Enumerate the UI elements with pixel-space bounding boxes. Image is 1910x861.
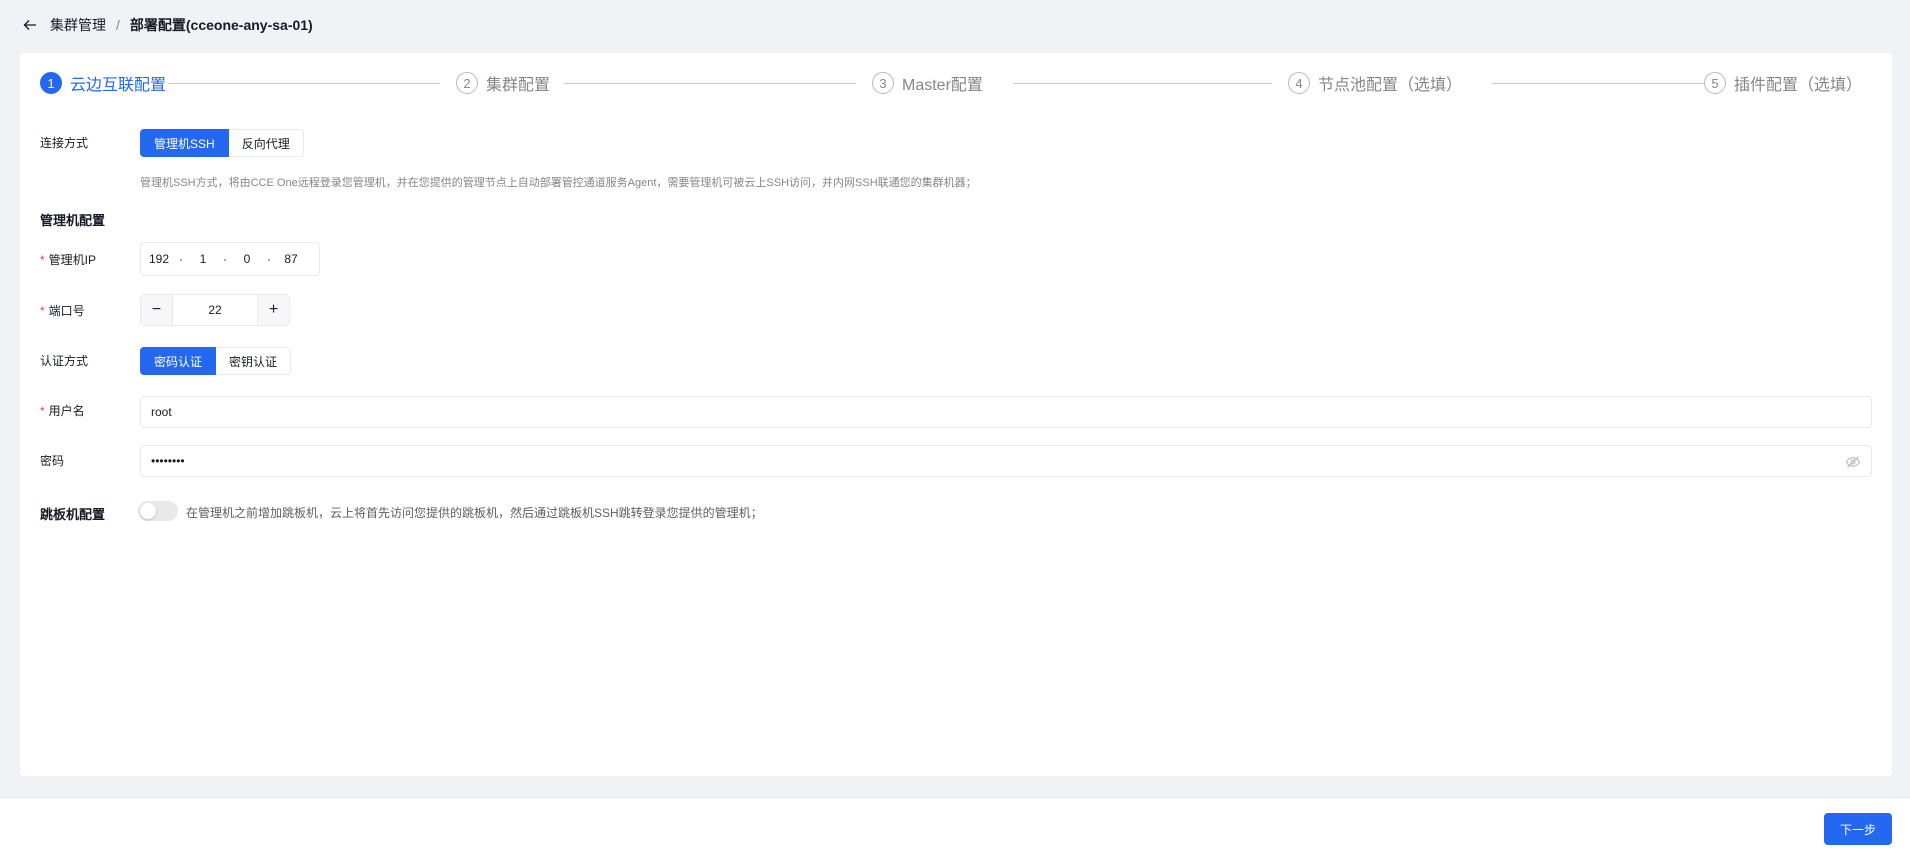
step-label: 插件配置（选填） (1734, 77, 1863, 94)
username-label: * 用户名 (40, 402, 85, 419)
step-number: 1 (40, 72, 62, 94)
port-label-text: 端口号 (48, 304, 85, 318)
step-connector (564, 83, 856, 84)
step-label: Master配置 (902, 77, 983, 94)
auth-label: 认证方式 (40, 354, 89, 368)
steps-bar: 1 云边互联配置 2 集群配置 3 Master配置 4 节点池配置（选填） 5… (40, 69, 1880, 97)
step-4[interactable]: 4 节点池配置（选填） (1288, 69, 1462, 97)
step-label: 云边互联配置 (70, 77, 167, 94)
auth-toggle: 密码认证 密钥认证 (140, 347, 292, 375)
password-input[interactable]: •••••••• (140, 445, 1872, 477)
username-value: root (151, 405, 172, 419)
jump-host-description: 在管理机之前增加跳板机，云上将首先访问您提供的跳板机，然后通过跳板机SSH跳转登… (186, 506, 763, 520)
arrow-left-icon[interactable] (22, 17, 38, 33)
username-input[interactable]: root (140, 396, 1872, 428)
required-mark: * (40, 253, 45, 267)
next-step-button[interactable]: 下一步 (1824, 813, 1892, 845)
breadcrumb: 集群管理 / 部署配置(cceone-any-sa-01) (0, 0, 1910, 50)
step-number: 3 (872, 72, 894, 94)
reverse-proxy-option-button[interactable]: 反向代理 (228, 129, 304, 157)
plus-icon[interactable]: + (257, 295, 289, 325)
step-3[interactable]: 3 Master配置 (872, 69, 983, 97)
step-number: 4 (1288, 72, 1310, 94)
ip-segment-3[interactable]: 0 (229, 252, 265, 266)
ip-label: * 管理机IP (40, 251, 96, 268)
step-label: 集群配置 (486, 77, 551, 94)
jump-host-switch[interactable] (138, 501, 178, 521)
ip-dot: · (179, 252, 183, 266)
breadcrumb-parent[interactable]: 集群管理 (50, 15, 106, 35)
step-connector (1492, 83, 1704, 84)
step-connector (168, 83, 440, 84)
ip-segment-2[interactable]: 1 (185, 252, 221, 266)
eye-off-icon[interactable] (1845, 454, 1861, 470)
step-1[interactable]: 1 云边互联配置 (40, 69, 166, 97)
config-card: 1 云边互联配置 2 集群配置 3 Master配置 4 节点池配置（选填） 5… (20, 53, 1892, 776)
password-value: •••••••• (151, 454, 185, 468)
password-label: 密码 (40, 454, 65, 468)
port-value[interactable]: 22 (173, 295, 257, 325)
step-number: 5 (1704, 72, 1726, 94)
connection-description: 管理机SSH方式，将由CCE One远程登录您管理机，并在您提供的管理节点上自动… (140, 177, 977, 189)
port-label: * 端口号 (40, 302, 85, 319)
manager-section-title: 管理机配置 (40, 213, 106, 228)
required-mark: * (40, 304, 45, 318)
minus-icon[interactable]: − (141, 295, 173, 325)
switch-knob (140, 503, 156, 519)
footer-bar: 下一步 (0, 797, 1910, 861)
password-auth-button[interactable]: 密码认证 (140, 347, 217, 375)
ip-input: 192 · 1 · 0 · 87 (140, 242, 320, 276)
step-label: 节点池配置（选填） (1318, 77, 1463, 94)
username-label-text: 用户名 (48, 404, 85, 418)
ip-segment-1[interactable]: 192 (141, 252, 177, 266)
connection-label: 连接方式 (40, 136, 89, 150)
page-title: 部署配置(cceone-any-sa-01) (129, 17, 313, 33)
required-mark: * (40, 404, 45, 418)
breadcrumb-separator: / (116, 17, 120, 33)
step-number: 2 (456, 72, 478, 94)
key-auth-button[interactable]: 密钥认证 (216, 347, 292, 375)
ssh-option-button[interactable]: 管理机SSH (140, 129, 229, 157)
ip-label-text: 管理机IP (48, 253, 97, 267)
jump-host-title: 跳板机配置 (40, 507, 106, 522)
ip-segment-4[interactable]: 87 (273, 252, 309, 266)
port-stepper: − 22 + (140, 294, 290, 326)
step-5[interactable]: 5 插件配置（选填） (1704, 69, 1862, 97)
step-connector (1014, 83, 1272, 84)
ip-dot: · (223, 252, 227, 266)
step-2[interactable]: 2 集群配置 (456, 69, 550, 97)
ip-dot: · (267, 252, 271, 266)
connection-toggle: 管理机SSH 反向代理 (140, 129, 304, 157)
